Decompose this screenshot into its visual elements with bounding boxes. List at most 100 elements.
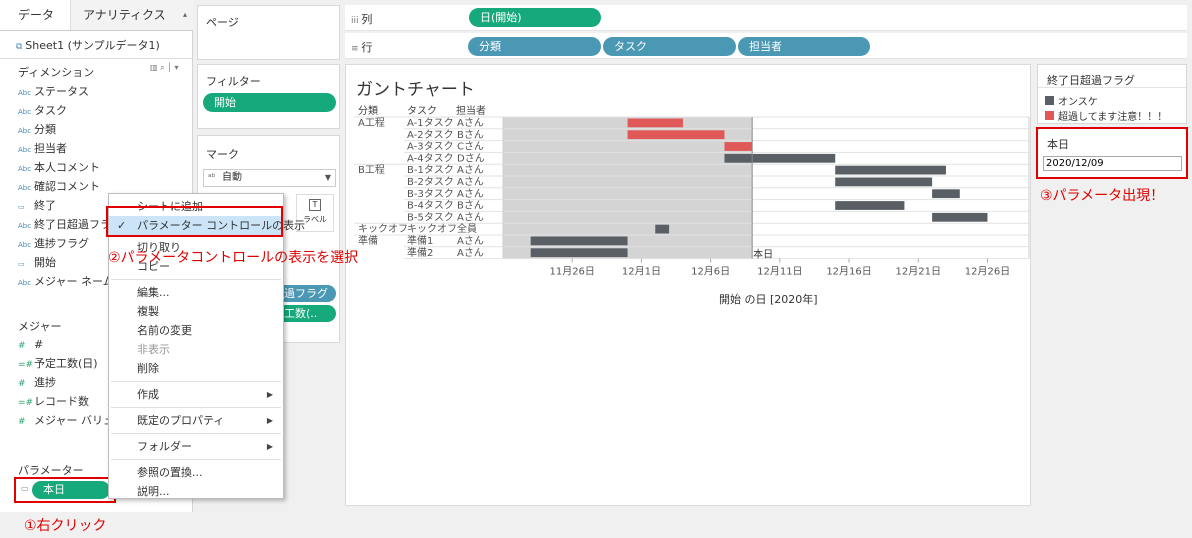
reference-line-label: 本日 — [753, 248, 773, 261]
filters-title: フィルター — [206, 75, 261, 88]
menu-item-label: 説明... — [137, 485, 170, 498]
filter-pill[interactable]: 開始 — [203, 93, 336, 112]
rows-pill-category[interactable]: 分類 — [468, 37, 601, 56]
rows-shelf[interactable]: ≡ 行 分類 タスク 担当者 — [345, 33, 1187, 59]
menu-item[interactable]: 既定のプロパティ ▶ — [109, 411, 283, 430]
rows-pill-owner[interactable]: 担当者 — [738, 37, 870, 56]
data-source[interactable]: ⧉ Sheet1 (サンプルデータ1) — [16, 37, 160, 53]
x-tick-label: 11月26日 — [549, 266, 594, 278]
gantt-bar[interactable] — [932, 189, 960, 199]
field-item[interactable]: Abc 担当者 — [18, 139, 193, 158]
columns-icon: iii — [351, 16, 362, 26]
gantt-bar[interactable] — [530, 248, 628, 258]
menu-item[interactable]: 参照の置換... — [109, 463, 283, 482]
menu-item[interactable]: 名前の変更 — [109, 321, 283, 340]
marks-size-pill[interactable]: 工数(.. — [276, 305, 336, 322]
menu-separator — [111, 433, 281, 434]
row-task-label: B-2タスク — [407, 176, 454, 188]
measure-icon: # — [18, 379, 26, 389]
legend-label: オンスケ — [1058, 97, 1098, 108]
parameter-control: 本日 — [1036, 127, 1188, 179]
parameter-pill[interactable]: 本日 — [32, 481, 110, 499]
string-icon: Abc — [18, 222, 32, 230]
annotation-box-2 — [106, 206, 283, 237]
field-item[interactable]: Abc ステータス — [18, 82, 193, 101]
columns-label-text: 列 — [361, 13, 373, 26]
legend-item-onschedule[interactable]: オンスケ — [1045, 93, 1098, 108]
marks-color-pill[interactable]: 過フラグ — [276, 285, 336, 302]
pages-card: ページ — [197, 5, 340, 60]
menu-separator — [111, 279, 281, 280]
menu-item[interactable]: 説明... — [109, 482, 283, 501]
menu-item-label: 複製 — [137, 305, 159, 318]
field-label: ステータス — [34, 85, 89, 98]
menu-item: 非表示 — [109, 340, 283, 359]
menu-item[interactable]: 複製 — [109, 302, 283, 321]
columns-shelf[interactable]: iii 列 日(開始) — [345, 5, 1187, 31]
menu-item[interactable]: 削除 — [109, 359, 283, 378]
mark-type-icon: ᵃᵇ — [208, 173, 216, 183]
gantt-chart[interactable]: A工程 A-1タスク AさんA-2タスク BさんA-3タスク CさんA-4タスク DさんB… — [346, 65, 1032, 315]
divider — [0, 58, 192, 59]
gantt-bar[interactable] — [627, 130, 725, 140]
param-date-input[interactable] — [1043, 156, 1182, 171]
gantt-bar[interactable] — [932, 212, 988, 222]
measures-title: メジャー — [18, 320, 62, 333]
field-item[interactable]: Abc 本人コメント — [18, 158, 193, 177]
gantt-bar[interactable] — [835, 165, 946, 175]
row-task-label: A-2タスク — [407, 129, 454, 141]
row-owner-label: Aさん — [457, 235, 484, 247]
submenu-arrow-icon: ▶ — [266, 390, 273, 399]
rows-label-text: 行 — [361, 41, 373, 54]
columns-pill[interactable]: 日(開始) — [469, 8, 601, 27]
field-label: 進捗 — [34, 376, 56, 389]
gantt-bar[interactable] — [530, 236, 628, 246]
menu-separator — [111, 407, 281, 408]
menu-item[interactable]: 作成 ▶ — [109, 385, 283, 404]
row-task-label: A-4タスク — [407, 152, 454, 164]
gantt-bar[interactable] — [724, 153, 836, 163]
row-task-label: B-5タスク — [407, 211, 454, 223]
param-title: 本日 — [1047, 138, 1069, 151]
marks-title: マーク — [206, 148, 239, 161]
field-label: 確認コメント — [34, 180, 100, 193]
menu-item-label: 削除 — [137, 362, 159, 375]
x-tick-label: 12月21日 — [896, 266, 941, 278]
row-task-label: B-1タスク — [407, 164, 454, 176]
gantt-bar[interactable] — [655, 224, 670, 234]
string-icon: Abc — [18, 108, 32, 116]
tab-menu-icon[interactable]: ▴ — [183, 0, 187, 30]
row-owner-label: Aさん — [457, 247, 484, 259]
field-label: # — [34, 338, 44, 351]
view-options-icon[interactable]: ▥ ⌕ │ ▾ — [150, 63, 179, 73]
menu-item[interactable]: フォルダー ▶ — [109, 437, 283, 456]
annotation-step1: ①右クリック — [24, 518, 107, 534]
field-item[interactable]: Abc 分類 — [18, 120, 193, 139]
legend-item-overdue[interactable]: 超過してます注意！！！ — [1045, 108, 1167, 123]
field-label: タスク — [34, 104, 67, 117]
field-label: 開始 — [34, 256, 56, 269]
row-task-label: キックオフ — [407, 223, 457, 235]
gantt-bar[interactable] — [835, 201, 905, 210]
rows-label: ≡ 行 — [351, 39, 372, 55]
tab-analytics[interactable]: アナリティクス ▴ — [70, 0, 193, 30]
row-owner-label: Aさん — [457, 188, 484, 200]
row-task-label: B-4タスク — [407, 200, 454, 212]
text-icon: T — [309, 199, 321, 211]
measure-icon: # — [18, 417, 26, 427]
view-canvas: ガントチャート 分類 タスク 担当者 A工程 A-1タスク Aさん A-2タスク Bさん… — [345, 64, 1031, 506]
gantt-bar[interactable] — [724, 142, 753, 151]
menu-item-label: フォルダー — [137, 440, 192, 453]
data-source-label: Sheet1 (サンプルデータ1) — [25, 39, 160, 52]
tab-data[interactable]: データ — [0, 0, 70, 30]
gantt-bar[interactable] — [627, 118, 683, 128]
field-item[interactable]: Abc タスク — [18, 101, 193, 120]
calendar-icon: ▭ — [18, 260, 25, 268]
rows-pill-task[interactable]: タスク — [603, 37, 736, 56]
mark-type-select[interactable]: ᵃᵇ 自動 ▼ — [203, 169, 336, 187]
row-owner-label: Cさん — [457, 141, 484, 153]
x-tick-label: 12月1日 — [622, 266, 661, 278]
gantt-bar[interactable] — [835, 177, 933, 187]
field-label: 終了 — [34, 199, 56, 212]
menu-item[interactable]: 編集... — [109, 283, 283, 302]
